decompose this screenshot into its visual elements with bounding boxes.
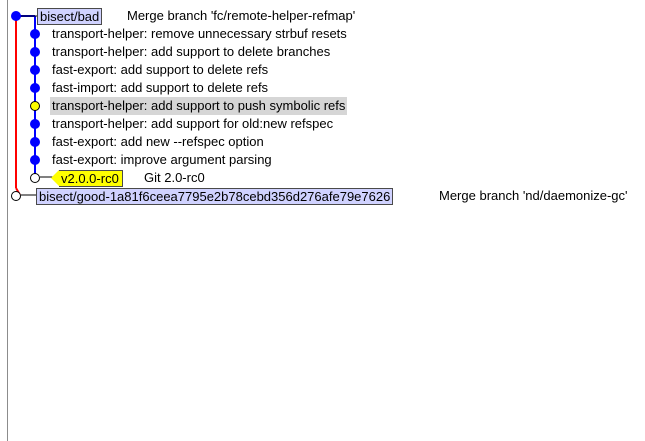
commit-message[interactable]: transport-helper: add support to push sy… bbox=[50, 97, 348, 115]
commit-dot[interactable] bbox=[30, 65, 40, 75]
branch-label[interactable]: bisect/bad bbox=[37, 8, 103, 25]
commit-dot[interactable] bbox=[30, 119, 40, 129]
commit-message[interactable]: Git 2.0-rc0 bbox=[142, 169, 207, 187]
commit-message[interactable]: fast-export: add support to delete refs bbox=[50, 61, 270, 79]
tag-arrow-icon bbox=[51, 170, 59, 186]
commit-message[interactable]: transport-helper: add support for old:ne… bbox=[50, 115, 335, 133]
commit-message[interactable]: Merge branch 'nd/daemonize-gc' bbox=[437, 187, 630, 205]
commit-dot[interactable] bbox=[11, 191, 21, 201]
tag-label[interactable]: v2.0.0-rc0 bbox=[59, 170, 123, 187]
commit-message[interactable]: transport-helper: add support to delete … bbox=[50, 43, 332, 61]
commit-dot[interactable] bbox=[30, 137, 40, 147]
commit-message[interactable]: fast-export: add new --refspec option bbox=[50, 133, 266, 151]
commit-dot[interactable] bbox=[30, 83, 40, 93]
commit-dot[interactable] bbox=[30, 47, 40, 57]
commit-message[interactable]: Merge branch 'fc/remote-helper-refmap' bbox=[125, 7, 357, 25]
branch-label[interactable]: bisect/good-1a81f6ceea7795e2b78cebd356d2… bbox=[36, 188, 394, 205]
commit-dot[interactable] bbox=[11, 11, 21, 21]
commit-dot[interactable] bbox=[30, 101, 40, 111]
commit-dot[interactable] bbox=[30, 155, 40, 165]
commit-message[interactable]: fast-import: add support to delete refs bbox=[50, 79, 270, 97]
commit-dot[interactable] bbox=[30, 29, 40, 39]
commit-message[interactable]: transport-helper: remove unnecessary str… bbox=[50, 25, 349, 43]
commit-message[interactable]: fast-export: improve argument parsing bbox=[50, 151, 274, 169]
commit-dot[interactable] bbox=[30, 173, 40, 183]
